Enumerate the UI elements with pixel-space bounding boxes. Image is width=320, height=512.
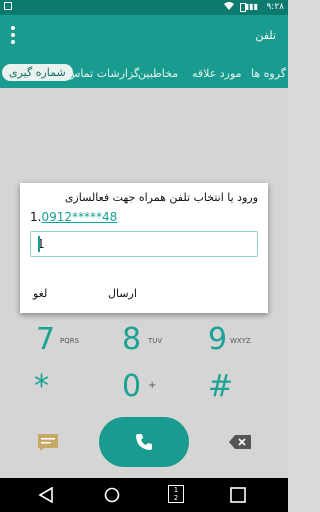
key-letters: + [148, 380, 157, 391]
dialog-heading: ورود یا انتخاب تلفن همراه جهت فعالسازی [64, 191, 258, 204]
key-star[interactable]: * [34, 372, 49, 402]
battery-icon [240, 3, 246, 12]
dual-window-top: 1 [173, 486, 179, 494]
key-9[interactable]: 9 WXYZ [208, 322, 251, 357]
dual-window-bottom: 2 [173, 494, 179, 502]
dual-window-icon[interactable]: 12 [168, 485, 184, 503]
phone-icon [134, 432, 154, 456]
tab-dialer[interactable]: شماره گیری [2, 64, 73, 81]
back-icon[interactable] [38, 486, 54, 507]
call-button[interactable] [99, 417, 189, 467]
key-digit: 7 [36, 322, 56, 357]
backspace-icon[interactable] [229, 434, 251, 453]
phone-number-input[interactable] [31, 232, 257, 256]
key-letters: WXYZ [230, 337, 251, 345]
tab-groups[interactable]: گروه ها [251, 67, 286, 80]
status-bar: ▮▮▮ ۹:۲۸ [0, 0, 288, 15]
key-digit: 9 [208, 322, 228, 357]
app-toolbar: تلفن [0, 15, 288, 60]
tab-call-log[interactable]: گزارشات تماس [67, 67, 139, 80]
send-button[interactable]: ارسال [108, 287, 137, 300]
suggestion-number-link[interactable]: 0912*****48 [41, 210, 117, 224]
key-digit: * [34, 369, 49, 404]
suggested-number[interactable]: 1.0912*****48 [30, 210, 117, 224]
key-letters: PQRS [60, 337, 80, 345]
notification-icon [4, 2, 12, 10]
wifi-icon [224, 1, 234, 14]
page-title: تلفن [255, 29, 276, 42]
key-letters: TUV [148, 337, 163, 345]
key-7[interactable]: 7 PQRS [36, 322, 79, 357]
cancel-button[interactable]: لغو [33, 287, 47, 300]
clock-text: ۹:۲۸ [266, 2, 284, 12]
home-icon[interactable] [104, 487, 120, 507]
key-8[interactable]: 8 TUV [122, 322, 162, 357]
recents-icon[interactable] [230, 487, 246, 507]
navigation-bar: 12 [0, 478, 288, 512]
tab-bar: شماره گیری گزارشات تماس مخاطبین مورد علا… [0, 60, 288, 88]
key-hash[interactable]: # [208, 372, 233, 402]
key-0[interactable]: 0 + [122, 369, 156, 404]
overflow-menu-icon[interactable] [10, 26, 16, 46]
message-icon[interactable] [38, 434, 58, 455]
key-digit: 8 [122, 322, 142, 357]
suggestion-index: 1. [30, 210, 42, 224]
signal-icon: ▮▮▮ [244, 2, 258, 11]
key-digit: 0 [122, 369, 142, 404]
key-digit: # [208, 369, 234, 404]
phone-number-field[interactable] [30, 231, 258, 257]
text-cursor [38, 236, 40, 252]
tab-favorites[interactable]: مورد علاقه [192, 67, 242, 80]
activation-dialog: ورود یا انتخاب تلفن همراه جهت فعالسازی 1… [20, 183, 268, 313]
tab-contacts[interactable]: مخاطبین [138, 67, 178, 80]
